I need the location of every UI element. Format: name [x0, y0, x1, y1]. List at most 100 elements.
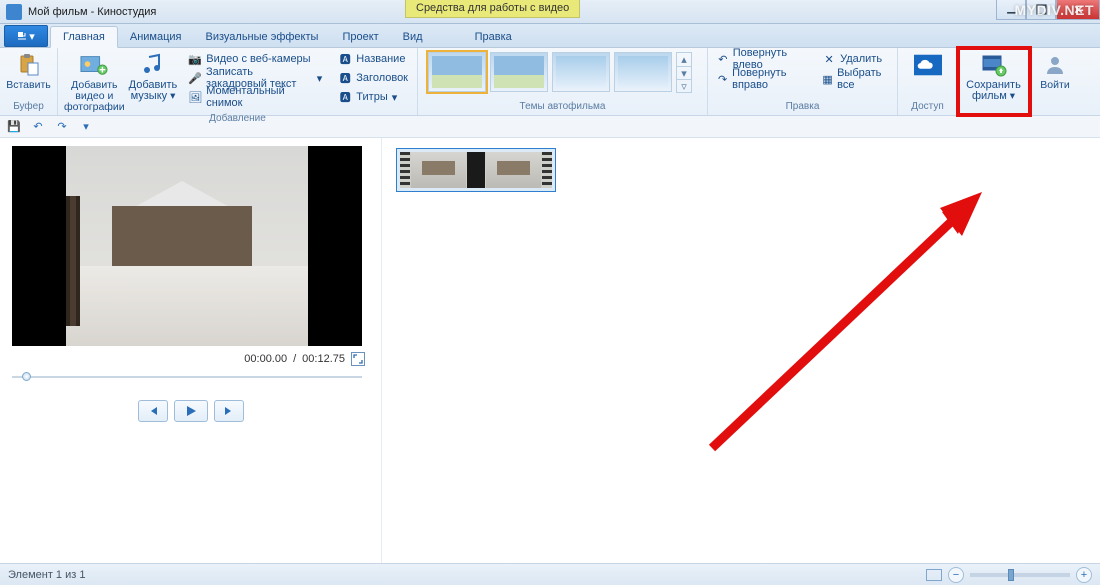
add-music-button[interactable]: Добавить музыку ▾: [129, 50, 178, 102]
video-preview[interactable]: [12, 146, 362, 346]
rotate-left-button[interactable]: ↶Повернуть влево: [714, 50, 809, 68]
zoom-slider[interactable]: [970, 573, 1070, 577]
snapshot-label: Моментальный снимок: [206, 85, 322, 109]
title-button[interactable]: 🅰 Название: [335, 50, 411, 68]
time-current: 00:00.00: [244, 353, 287, 365]
title-bar: Мой фильм - Киностудия Средства для рабо…: [0, 0, 1100, 24]
tab-home[interactable]: Главная: [50, 26, 118, 48]
group-share: Доступ: [898, 48, 958, 115]
mic-icon: 🎤: [188, 71, 202, 85]
save-movie-icon: [980, 52, 1008, 78]
ribbon: Вставить Буфер Добавить видео и фотограф…: [0, 48, 1100, 116]
themes-more[interactable]: ▿: [677, 79, 691, 92]
rotate-left-icon: ↶: [717, 52, 729, 66]
tab-effects[interactable]: Визуальные эффекты: [194, 27, 331, 47]
storyboard-clip[interactable]: [396, 148, 556, 192]
group-label-clipboard: Буфер: [6, 101, 51, 115]
group-add: Добавить видео и фотографии Добавить муз…: [58, 48, 418, 115]
tab-view[interactable]: Вид: [391, 27, 435, 47]
snapshot-button[interactable]: 🖼 Моментальный снимок: [185, 88, 325, 106]
webcam-icon: 📷: [188, 52, 202, 66]
theme-1[interactable]: [428, 52, 486, 92]
onedrive-button[interactable]: [904, 50, 951, 78]
select-all-icon: ▦: [822, 72, 833, 86]
zoom-out-button[interactable]: −: [948, 567, 964, 583]
group-label-add: Добавление: [64, 113, 411, 124]
transport-controls: [12, 400, 369, 422]
caption-button[interactable]: 🅰 Заголовок: [335, 69, 411, 87]
signin-button[interactable]: Войти: [1036, 50, 1074, 91]
select-all-label: Выбрать все: [837, 67, 888, 91]
title-icon: 🅰: [338, 52, 352, 66]
onedrive-icon: [914, 52, 942, 78]
close-button[interactable]: [1056, 0, 1100, 20]
credits-label: Титры: [356, 91, 387, 103]
theme-4[interactable]: [614, 52, 672, 92]
zoom-in-button[interactable]: +: [1076, 567, 1092, 583]
seek-bar[interactable]: [12, 372, 362, 382]
caption-label: Заголовок: [356, 72, 408, 84]
select-all-button[interactable]: ▦ Выбрать все: [819, 70, 891, 88]
qat-save[interactable]: 💾: [6, 119, 22, 135]
prev-frame-button[interactable]: [138, 400, 168, 422]
signin-label: Войти: [1040, 80, 1069, 91]
preview-pane: 00:00.00/00:12.75: [0, 138, 382, 563]
group-label-share: Доступ: [904, 101, 951, 115]
storyboard-pane[interactable]: [382, 138, 1100, 563]
caption-icon: 🅰: [338, 71, 352, 85]
add-video-label: Добавить видео и фотографии: [64, 80, 125, 113]
qat-redo[interactable]: ↷: [54, 119, 70, 135]
tab-project[interactable]: Проект: [330, 27, 390, 47]
file-menu-button[interactable]: ▾: [4, 25, 48, 47]
next-frame-button[interactable]: [214, 400, 244, 422]
window-title: Мой фильм - Киностудия: [28, 6, 156, 18]
theme-3[interactable]: [552, 52, 610, 92]
theme-2[interactable]: [490, 52, 548, 92]
themes-scroll-up[interactable]: ▴: [677, 53, 691, 66]
zoom-thumb[interactable]: [1008, 569, 1014, 581]
save-movie-button[interactable]: Сохранить фильм ▾: [964, 50, 1023, 102]
delete-label: Удалить: [840, 53, 882, 65]
status-text: Элемент 1 из 1: [8, 569, 85, 581]
title-label: Название: [356, 53, 405, 65]
snapshot-icon: 🖼: [188, 90, 202, 104]
thumb-view-button[interactable]: [926, 569, 942, 581]
status-bar: Элемент 1 из 1 − +: [0, 563, 1100, 585]
app-icon: [6, 4, 22, 20]
delete-button[interactable]: ✕ Удалить: [819, 50, 891, 68]
group-clipboard: Вставить Буфер: [0, 48, 58, 115]
save-movie-label: Сохранить фильм ▾: [964, 80, 1023, 102]
maximize-button[interactable]: [1026, 0, 1056, 20]
group-label-editing: Правка: [714, 101, 891, 115]
group-editing: ↶Повернуть влево ↷Повернуть вправо ✕ Удал…: [708, 48, 898, 115]
paste-label: Вставить: [6, 80, 51, 91]
minimize-button[interactable]: [996, 0, 1026, 20]
paste-icon: [15, 52, 43, 78]
qat-customize[interactable]: ▾: [78, 119, 94, 135]
seek-thumb[interactable]: [22, 372, 31, 381]
delete-icon: ✕: [822, 52, 836, 66]
timecode: 00:00.00/00:12.75: [12, 352, 365, 366]
group-label-themes: Темы автофильма: [424, 101, 701, 115]
rotate-right-icon: ↷: [717, 72, 728, 86]
group-save-movie: Сохранить фильм ▾: [958, 48, 1030, 115]
credits-button[interactable]: 🅰Титры ▾: [335, 88, 411, 106]
tab-edit-video[interactable]: Правка: [463, 27, 524, 47]
paste-button[interactable]: Вставить: [6, 50, 51, 91]
user-icon: [1041, 52, 1069, 78]
add-video-button[interactable]: Добавить видео и фотографии: [64, 50, 125, 113]
themes-scroll-down[interactable]: ▾: [677, 66, 691, 79]
play-button[interactable]: [174, 400, 208, 422]
ribbon-tabs: ▾ Главная Анимация Визуальные эффекты Пр…: [0, 24, 1100, 48]
add-music-label: Добавить музыку ▾: [129, 80, 178, 102]
group-signin: Войти: [1030, 48, 1080, 115]
tab-animation[interactable]: Анимация: [118, 27, 194, 47]
rotate-right-button[interactable]: ↷Повернуть вправо: [714, 70, 809, 88]
fullscreen-button[interactable]: [351, 352, 365, 366]
group-themes: ▴ ▾ ▿ Темы автофильма: [418, 48, 708, 115]
add-video-icon: [80, 52, 108, 78]
music-icon: [139, 52, 167, 78]
zoom-controls: − +: [926, 567, 1092, 583]
qat-undo[interactable]: ↶: [30, 119, 46, 135]
contextual-tab-label: Средства для работы с видео: [405, 0, 580, 18]
